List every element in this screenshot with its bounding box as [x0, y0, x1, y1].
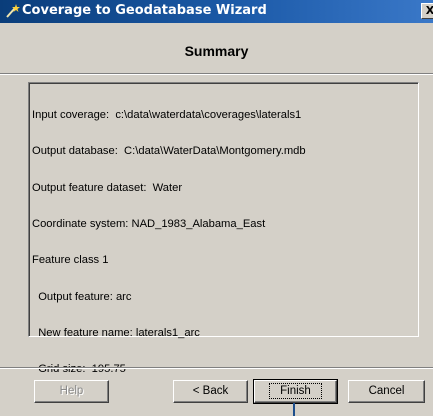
help-button-label: Help [59, 385, 84, 397]
summary-line-output-feature: Output feature: arc [32, 290, 132, 303]
cancel-button[interactable]: Cancel [348, 380, 425, 403]
close-icon: X [425, 4, 433, 17]
back-button[interactable]: < Back [173, 380, 248, 403]
wizard-wand-icon [6, 4, 20, 18]
footer-divider-highlight [0, 368, 433, 369]
summary-list: Input coverage: c:\data\waterdata\covera… [32, 85, 306, 399]
page-title: Summary [184, 43, 249, 59]
cancel-button-label: Cancel [368, 385, 405, 397]
summary-line-output-dataset: Output feature dataset: Water [32, 181, 183, 194]
summary-line-feature-class: Feature class 1 [32, 254, 109, 267]
finish-button[interactable]: Finish [253, 379, 338, 404]
finish-button-label: Finish [269, 383, 322, 399]
summary-text-box[interactable]: Input coverage: c:\data\waterdata\covera… [28, 82, 419, 375]
summary-line-new-feature-name: New feature name: laterals1_arc [32, 326, 200, 339]
callout-pointer-line [293, 403, 295, 416]
summary-line-output-database: Output database: C:\data\WaterData\Montg… [32, 145, 306, 158]
summary-line-grid-size: Grid size: 195.75 [32, 363, 126, 376]
summary-line-input-coverage: Input coverage: c:\data\waterdata\covera… [32, 109, 302, 122]
title-bar[interactable]: Coverage to Geodatabase Wizard X [0, 0, 433, 23]
summary-line-coordinate-system: Coordinate system: NAD_1983_Alabama_East [32, 218, 266, 231]
wizard-window: Coverage to Geodatabase Wizard X Summary… [0, 0, 433, 416]
back-button-label: < Back [192, 385, 229, 397]
header-divider-highlight [0, 74, 433, 75]
window-title: Coverage to Geodatabase Wizard [22, 3, 267, 18]
close-button[interactable]: X [421, 3, 433, 19]
help-button[interactable]: Help [34, 380, 109, 403]
